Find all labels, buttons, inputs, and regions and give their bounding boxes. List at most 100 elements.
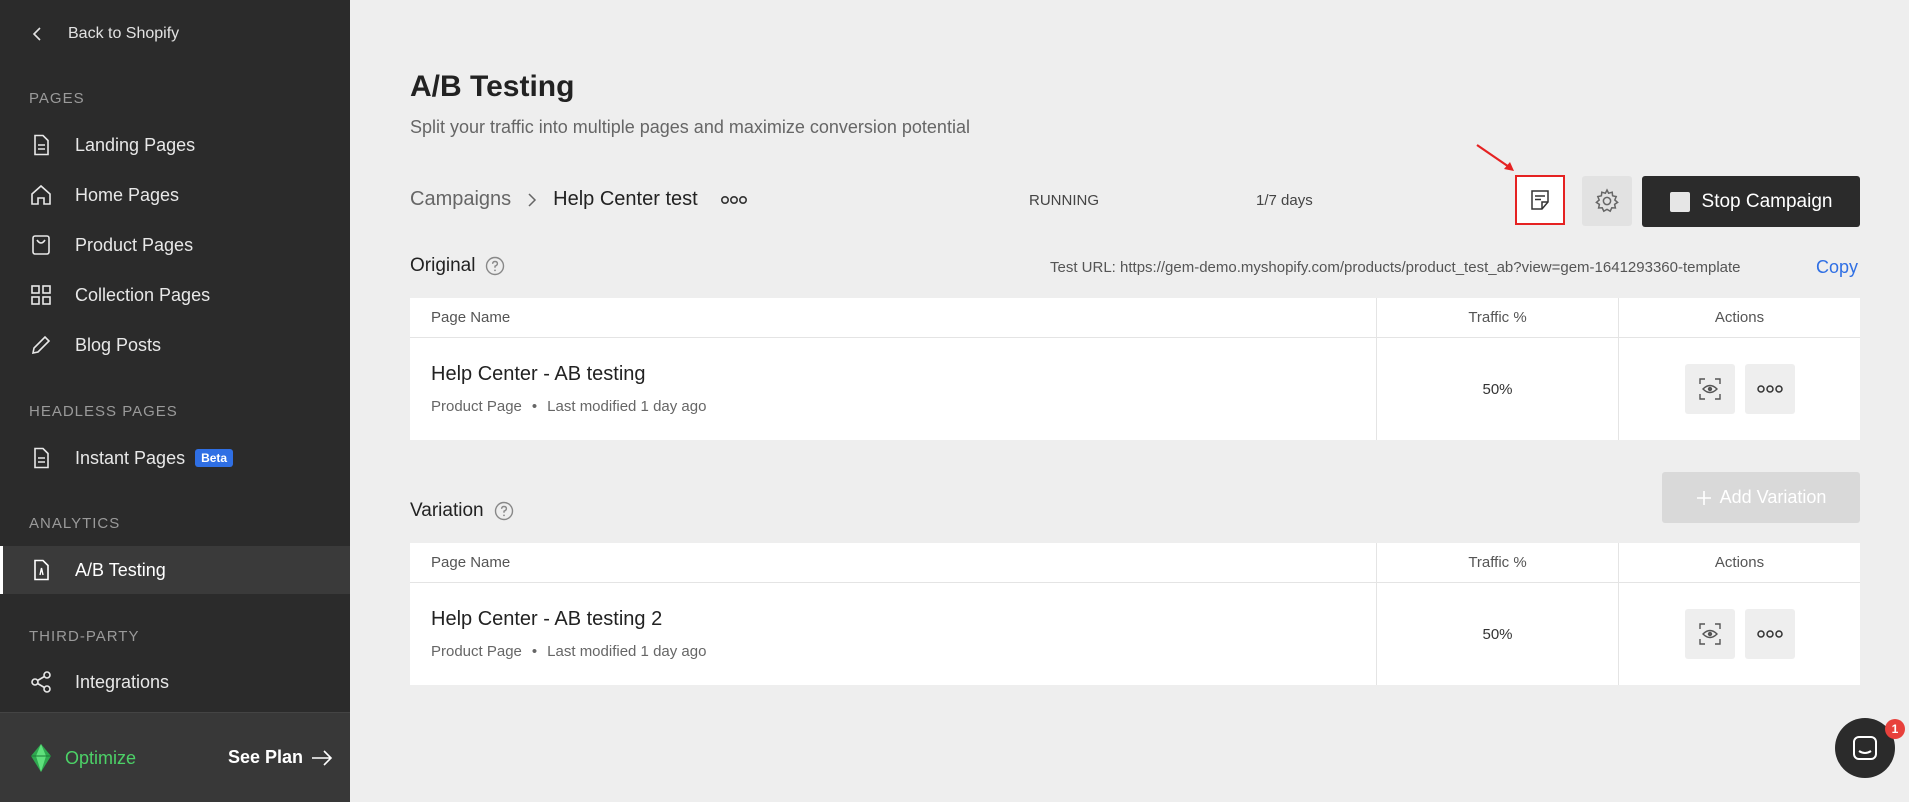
preview-button[interactable]	[1684, 609, 1735, 659]
column-header-page-name: Page Name	[410, 543, 1377, 582]
grid-icon	[31, 285, 51, 305]
more-options-icon	[1756, 385, 1783, 393]
variation-table: Page Name Traffic % Actions Help Center …	[410, 543, 1860, 685]
home-icon	[31, 184, 51, 205]
row-more-button[interactable]	[1744, 364, 1795, 414]
page-icon	[34, 134, 49, 156]
page-name-cell: Help Center - AB testing Product Page • …	[410, 338, 1377, 440]
bag-icon	[32, 235, 50, 255]
sidebar-item-blog-posts[interactable]: Blog Posts	[0, 321, 350, 369]
page-meta: Product Page • Last modified 1 day ago	[431, 398, 1376, 415]
chevron-right-icon	[528, 192, 537, 207]
column-header-traffic: Traffic %	[1377, 298, 1619, 337]
breadcrumb: Campaigns Help Center test	[410, 188, 748, 211]
arrow-right-icon	[312, 749, 333, 766]
column-header-actions: Actions	[1714, 554, 1765, 571]
chevron-left-icon	[32, 27, 41, 41]
breadcrumb-current: Help Center test	[553, 188, 698, 210]
page-subtitle: Split your traffic into multiple pages a…	[410, 117, 970, 137]
help-icon[interactable]	[485, 256, 505, 276]
copy-url-link[interactable]: Copy	[1816, 257, 1858, 278]
more-options-icon[interactable]	[720, 194, 748, 206]
table-row: Help Center - AB testing 2 Product Page …	[410, 583, 1860, 685]
sidebar: Back to Shopify PAGES Landing Pages Home…	[0, 0, 350, 802]
actions-cell	[1619, 583, 1860, 685]
back-label: Back to Shopify	[68, 25, 180, 42]
page-name[interactable]: Help Center - AB testing	[431, 363, 1376, 386]
gear-icon	[1595, 188, 1619, 213]
original-title: Original	[410, 255, 476, 276]
traffic-value: 50%	[1482, 625, 1513, 643]
page-icon	[34, 447, 49, 469]
sidebar-item-label: Instant Pages	[75, 447, 186, 468]
original-section-title: Original	[410, 255, 505, 277]
breadcrumb-campaigns-link[interactable]: Campaigns	[410, 188, 511, 211]
original-table: Page Name Traffic % Actions Help Center …	[410, 298, 1860, 440]
campaign-days: 1/7 days	[1256, 192, 1313, 209]
test-url: Test URL: https://gem-demo.myshopify.com…	[1050, 259, 1741, 276]
variation-section-title: Variation	[410, 500, 514, 522]
sidebar-item-label: Collection Pages	[75, 284, 211, 305]
notes-icon	[1531, 190, 1549, 210]
page-type: Product Page	[431, 398, 522, 415]
plus-icon	[1696, 490, 1711, 505]
actions-cell	[1619, 338, 1860, 440]
column-header-page-name: Page Name	[410, 298, 1377, 337]
back-to-shopify-link[interactable]: Back to Shopify	[30, 20, 179, 48]
sidebar-item-ab-testing[interactable]: A/B Testing	[0, 546, 350, 594]
page-name[interactable]: Help Center - AB testing 2	[431, 608, 1376, 631]
table-header: Page Name Traffic % Actions	[410, 543, 1860, 583]
section-label-pages: PAGES	[29, 90, 85, 107]
variation-title: Variation	[410, 500, 484, 521]
page-type: Product Page	[431, 643, 522, 660]
campaign-settings-button[interactable]	[1582, 176, 1632, 226]
page-name-cell: Help Center - AB testing 2 Product Page …	[410, 583, 1377, 685]
eye-scan-icon	[1698, 623, 1721, 645]
sidebar-item-label: Blog Posts	[75, 334, 162, 355]
beta-badge: Beta	[195, 449, 234, 467]
traffic-cell: 50%	[1377, 338, 1619, 440]
sidebar-item-home-pages[interactable]: Home Pages	[0, 171, 350, 219]
page-title: A/B Testing	[410, 70, 575, 103]
sidebar-item-label: A/B Testing	[75, 559, 166, 580]
separator-dot: •	[531, 643, 538, 660]
notes-button[interactable]	[1515, 175, 1565, 225]
sidebar-item-integrations[interactable]: Integrations	[0, 658, 350, 706]
chat-notification-badge: 1	[1885, 719, 1905, 739]
table-row: Help Center - AB testing Product Page • …	[410, 338, 1860, 440]
more-options-icon	[1756, 630, 1783, 638]
sidebar-item-collection-pages[interactable]: Collection Pages	[0, 271, 350, 319]
add-variation-button[interactable]: Add Variation	[1662, 472, 1860, 523]
campaign-status: RUNNING	[1029, 192, 1099, 209]
sidebar-item-instant-pages[interactable]: Instant Pages Beta	[0, 434, 350, 482]
sidebar-footer: Optimize See Plan	[0, 712, 350, 802]
stop-campaign-button[interactable]: Stop Campaign	[1642, 176, 1860, 227]
share-icon	[31, 671, 51, 693]
sidebar-item-label: Home Pages	[75, 184, 180, 205]
traffic-value: 50%	[1482, 380, 1513, 398]
help-icon[interactable]	[494, 501, 514, 521]
sidebar-item-landing-pages[interactable]: Landing Pages	[0, 121, 350, 169]
last-modified: Last modified 1 day ago	[547, 643, 707, 660]
plan-name: Optimize	[29, 743, 136, 773]
sidebar-item-label: Integrations	[75, 671, 170, 692]
chat-icon	[1853, 736, 1877, 760]
eye-scan-icon	[1698, 378, 1721, 400]
sidebar-item-product-pages[interactable]: Product Pages	[0, 221, 350, 269]
see-plan-link[interactable]: See Plan	[228, 747, 333, 768]
page-meta: Product Page • Last modified 1 day ago	[431, 643, 1376, 660]
see-plan-label: See Plan	[228, 747, 304, 767]
sidebar-item-label: Landing Pages	[75, 134, 196, 155]
row-more-button[interactable]	[1744, 609, 1795, 659]
preview-button[interactable]	[1684, 364, 1735, 414]
table-header: Page Name Traffic % Actions	[410, 298, 1860, 338]
stop-icon	[1669, 191, 1690, 212]
column-header-traffic: Traffic %	[1377, 543, 1619, 582]
separator-dot: •	[531, 398, 538, 415]
plan-label: Optimize	[65, 747, 137, 768]
section-label-headless: HEADLESS PAGES	[29, 403, 178, 420]
section-label-analytics: ANALYTICS	[29, 515, 121, 532]
pencil-icon	[31, 335, 51, 355]
gem-icon	[31, 744, 51, 772]
add-variation-label: Add Variation	[1719, 487, 1827, 507]
